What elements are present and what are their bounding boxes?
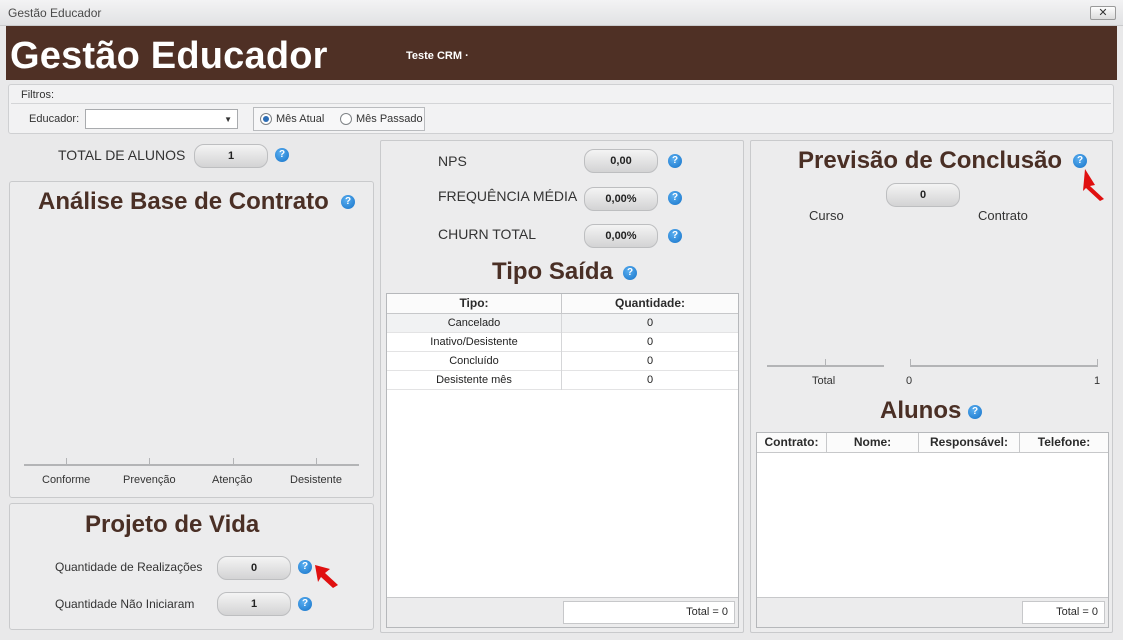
table-cell: 0 bbox=[646, 355, 654, 367]
radio-mes-atual[interactable]: Mês Atual bbox=[260, 112, 324, 126]
help-icon[interactable]: ? bbox=[1073, 154, 1087, 168]
alunos-total: Total = 0 bbox=[1022, 601, 1105, 624]
column-header[interactable]: Quantidade: bbox=[562, 294, 738, 314]
help-icon[interactable]: ? bbox=[968, 405, 982, 419]
alunos-title: Alunos bbox=[880, 397, 962, 424]
contrato-axis bbox=[910, 365, 1098, 367]
tipo-saida-table: Tipo: Quantidade: Cancelado 0 Inativo/De… bbox=[386, 293, 739, 628]
axis-tick bbox=[910, 359, 911, 367]
category-label: Desistente bbox=[290, 474, 342, 486]
educador-label: Educador: bbox=[29, 113, 80, 125]
curso-label: Curso bbox=[809, 208, 844, 223]
column-header[interactable]: Responsável: bbox=[919, 433, 1020, 453]
column-header[interactable]: Telefone: bbox=[1020, 433, 1108, 453]
help-icon[interactable]: ? bbox=[668, 154, 682, 168]
column-header[interactable]: Contrato: bbox=[757, 433, 827, 453]
category-label: Atenção bbox=[212, 474, 253, 486]
table-footer: Total = 0 bbox=[387, 597, 738, 627]
red-arrow-annotation bbox=[315, 565, 338, 588]
table-cell: Cancelado bbox=[387, 314, 562, 333]
analise-title: Análise Base de Contrato bbox=[38, 188, 329, 215]
table-row[interactable]: Cancelado 0 bbox=[387, 314, 738, 333]
right-panel: Previsão de Conclusão ? 0 Curso Contrato… bbox=[750, 140, 1113, 633]
tipo-saida-total: Total = 0 bbox=[563, 601, 735, 624]
axis-tick bbox=[316, 458, 317, 466]
nps-label: NPS bbox=[438, 153, 467, 169]
help-icon[interactable]: ? bbox=[298, 597, 312, 611]
window-title: Gestão Educador bbox=[8, 6, 102, 20]
category-label: Conforme bbox=[42, 474, 91, 486]
app-subtitle: Teste CRM · bbox=[406, 50, 469, 62]
total-alunos-label: TOTAL DE ALUNOS bbox=[58, 147, 186, 163]
column-header[interactable]: Tipo: bbox=[387, 294, 562, 314]
table-cell: 0 bbox=[646, 336, 654, 348]
table-row[interactable]: Concluído 0 bbox=[387, 352, 738, 371]
alunos-table: Contrato: Nome: Responsável: Telefone: T… bbox=[756, 432, 1109, 628]
window-title-bar: Gestão Educador ✕ bbox=[0, 0, 1123, 26]
red-arrow-annotation bbox=[1083, 169, 1104, 201]
realizacoes-value: 0 bbox=[217, 556, 291, 580]
close-button[interactable]: ✕ bbox=[1090, 6, 1116, 20]
help-icon[interactable]: ? bbox=[341, 195, 355, 209]
radio-mes-atual-label: Mês Atual bbox=[276, 113, 325, 125]
axis-tick bbox=[233, 458, 234, 466]
nao-iniciaram-value: 1 bbox=[217, 592, 291, 616]
column-header[interactable]: Nome: bbox=[827, 433, 919, 453]
realizacoes-label: Quantidade de Realizações bbox=[55, 560, 203, 574]
help-icon[interactable]: ? bbox=[623, 266, 637, 280]
chart-x-axis bbox=[24, 464, 359, 466]
help-icon[interactable]: ? bbox=[275, 148, 289, 162]
table-cell: Inativo/Desistente bbox=[387, 333, 562, 352]
help-icon[interactable]: ? bbox=[668, 229, 682, 243]
app-header: Gestão Educador Teste CRM · bbox=[6, 26, 1117, 80]
analise-panel: Análise Base de Contrato ? Conforme Prev… bbox=[9, 181, 374, 498]
middle-panel: NPS 0,00 ? FREQUÊNCIA MÉDIA 0,00% ? CHUR… bbox=[380, 140, 744, 633]
axis-label-min: 0 bbox=[906, 375, 913, 387]
app-title: Gestão Educador bbox=[10, 35, 328, 77]
churn-value: 0,00% bbox=[584, 224, 658, 248]
nps-value: 0,00 bbox=[584, 149, 658, 173]
projeto-title: Projeto de Vida bbox=[85, 511, 260, 538]
table-cell: Desistente mês bbox=[387, 371, 562, 390]
table-footer: Total = 0 bbox=[757, 597, 1108, 627]
radio-mes-passado-label: Mês Passado bbox=[356, 113, 423, 125]
axis-tick bbox=[149, 458, 150, 466]
educador-select[interactable]: ▼ bbox=[85, 109, 238, 129]
table-cell: 0 bbox=[646, 374, 654, 386]
radio-unselected-icon bbox=[340, 113, 352, 125]
filters-panel: Filtros: Educador: ▼ Mês Atual Mês Passa… bbox=[8, 84, 1114, 134]
axis-tick bbox=[66, 458, 67, 466]
radio-mes-passado[interactable]: Mês Passado bbox=[340, 112, 423, 126]
table-cell: 0 bbox=[646, 317, 654, 329]
churn-label: CHURN TOTAL bbox=[438, 226, 537, 242]
previsao-value: 0 bbox=[886, 183, 960, 207]
axis-label-max: 1 bbox=[1094, 375, 1101, 387]
chevron-down-icon: ▼ bbox=[224, 115, 232, 124]
axis-label-total: Total bbox=[812, 375, 836, 387]
filters-divider bbox=[11, 103, 1111, 104]
radio-selected-icon bbox=[260, 113, 272, 125]
period-radio-group: Mês Atual Mês Passado bbox=[253, 107, 425, 131]
frequencia-value: 0,00% bbox=[584, 187, 658, 211]
help-icon[interactable]: ? bbox=[668, 191, 682, 205]
axis-tick bbox=[1097, 359, 1098, 367]
category-label: Prevenção bbox=[123, 474, 176, 486]
help-icon[interactable]: ? bbox=[298, 560, 312, 574]
tipo-saida-title: Tipo Saída bbox=[492, 258, 613, 285]
table-row[interactable]: Inativo/Desistente 0 bbox=[387, 333, 738, 352]
nao-iniciaram-label: Quantidade Não Iniciaram bbox=[55, 597, 195, 611]
frequencia-label: FREQUÊNCIA MÉDIA bbox=[438, 188, 578, 204]
previsao-title: Previsão de Conclusão bbox=[798, 147, 1063, 174]
table-cell: Concluído bbox=[387, 352, 562, 371]
contrato-label: Contrato bbox=[978, 208, 1028, 223]
total-alunos-value: 1 bbox=[194, 144, 268, 168]
table-row[interactable]: Desistente mês 0 bbox=[387, 371, 738, 390]
filters-label: Filtros: bbox=[21, 89, 54, 101]
axis-tick bbox=[825, 359, 826, 367]
